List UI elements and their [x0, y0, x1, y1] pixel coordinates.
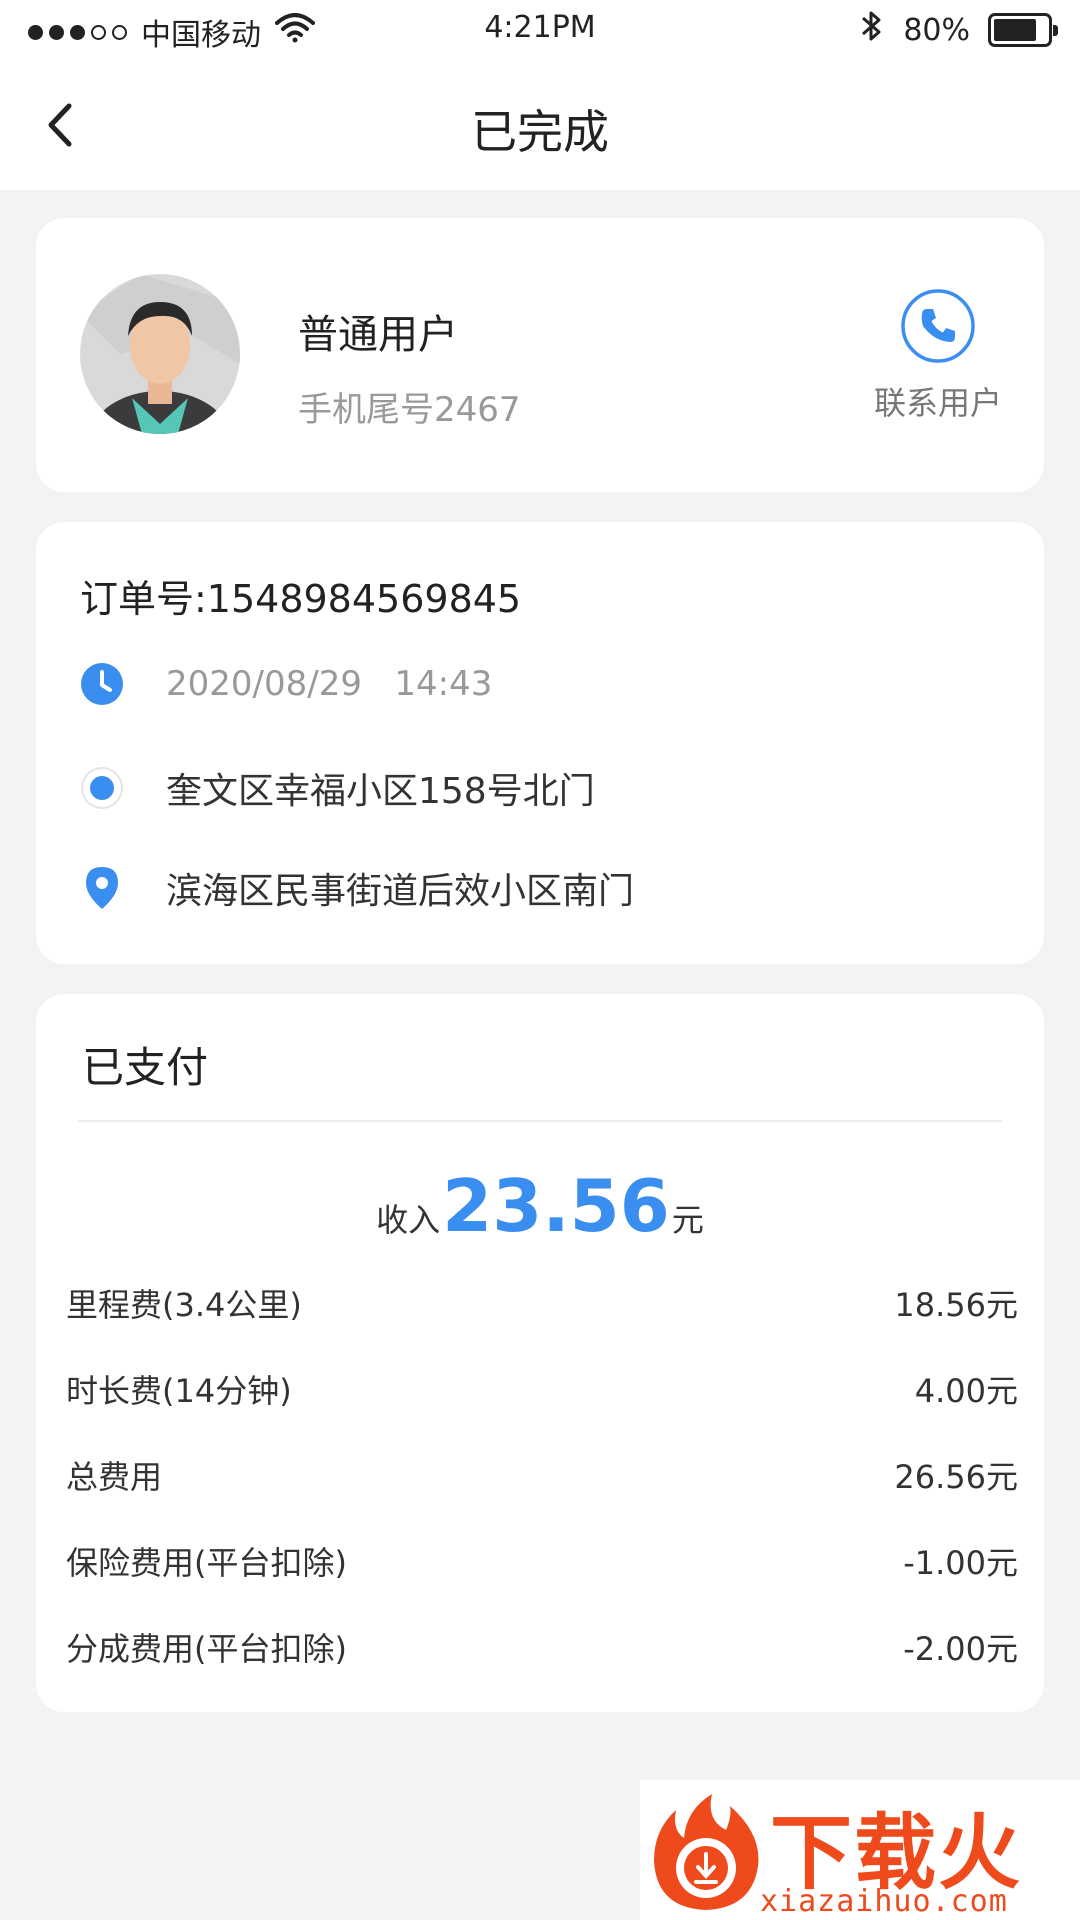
fee-value: 18.56元 — [894, 1286, 1018, 1324]
watermark: 下载火 xiazaihuo.com — [640, 1780, 1080, 1920]
battery-percent: 80% — [903, 12, 970, 48]
avatar — [80, 274, 240, 434]
income-unit: 元 — [671, 1201, 704, 1239]
contact-user-button[interactable]: 联系用户 — [868, 288, 1008, 424]
start-address: 奎文区幸福小区158号北门 — [166, 771, 595, 812]
start-point-icon — [80, 766, 124, 810]
fee-row-insurance: 保险费用(平台扣除) -1.00元 — [66, 1536, 1018, 1586]
fee-label: 保险费用(平台扣除) — [66, 1544, 347, 1582]
fee-row-mileage: 里程费(3.4公里) 18.56元 — [66, 1278, 1018, 1328]
user-card: 普通用户 手机尾号2467 联系用户 — [36, 218, 1044, 492]
phone-icon — [901, 289, 975, 363]
divider — [78, 1120, 1002, 1122]
fee-value: -2.00元 — [903, 1630, 1018, 1668]
order-start-row: 奎文区幸福小区158号北门 — [80, 762, 595, 814]
fee-row-commission: 分成费用(平台扣除) -2.00元 — [66, 1622, 1018, 1672]
flame-logo-icon — [654, 1794, 759, 1910]
battery-icon — [988, 13, 1058, 47]
order-datetime: 2020/08/29 14:43 — [166, 664, 493, 704]
income-amount: 23.56 — [442, 1164, 670, 1248]
user-phone-tail: 手机尾号2467 — [298, 390, 521, 430]
watermark-url: xiazaihuo.com — [760, 1884, 1008, 1919]
income-label: 收入 — [376, 1201, 441, 1239]
fee-row-total: 总费用 26.56元 — [66, 1450, 1018, 1500]
location-pin-icon — [80, 866, 124, 910]
fee-value: -1.00元 — [903, 1544, 1018, 1582]
payment-status: 已支付 — [82, 1043, 209, 1092]
order-end-row: 滨海区民事街道后效小区南门 — [80, 862, 634, 914]
fee-value: 4.00元 — [914, 1372, 1018, 1410]
payment-card: 已支付 收入23.56元 里程费(3.4公里) 18.56元 时长费(14分钟)… — [36, 994, 1044, 1712]
order-time-row: 2020/08/29 14:43 — [80, 662, 492, 706]
contact-user-label: 联系用户 — [873, 384, 1002, 422]
income-summary: 收入23.56元 — [36, 1164, 1044, 1248]
fee-label: 里程费(3.4公里) — [66, 1286, 302, 1324]
status-bar: 中国移动 4:21PM 80% — [0, 0, 1080, 60]
order-card: 订单号:1548984569845 2020/08/29 14:43 奎文区幸福… — [36, 522, 1044, 964]
nav-bar: 已完成 — [0, 60, 1080, 190]
fee-label: 时长费(14分钟) — [66, 1372, 292, 1410]
fee-label: 总费用 — [66, 1458, 163, 1496]
user-name: 普通用户 — [298, 312, 458, 358]
bluetooth-icon — [859, 8, 885, 52]
order-number: 订单号:1548984569845 — [80, 577, 522, 621]
clock-icon — [80, 662, 124, 706]
end-address: 滨海区民事街道后效小区南门 — [166, 871, 635, 912]
battery-level — [994, 19, 1036, 41]
fee-row-duration: 时长费(14分钟) 4.00元 — [66, 1364, 1018, 1414]
page-title: 已完成 — [471, 105, 609, 159]
fee-label: 分成费用(平台扣除) — [66, 1630, 347, 1668]
fee-value: 26.56元 — [894, 1458, 1018, 1496]
status-right: 80% — [859, 8, 1058, 52]
